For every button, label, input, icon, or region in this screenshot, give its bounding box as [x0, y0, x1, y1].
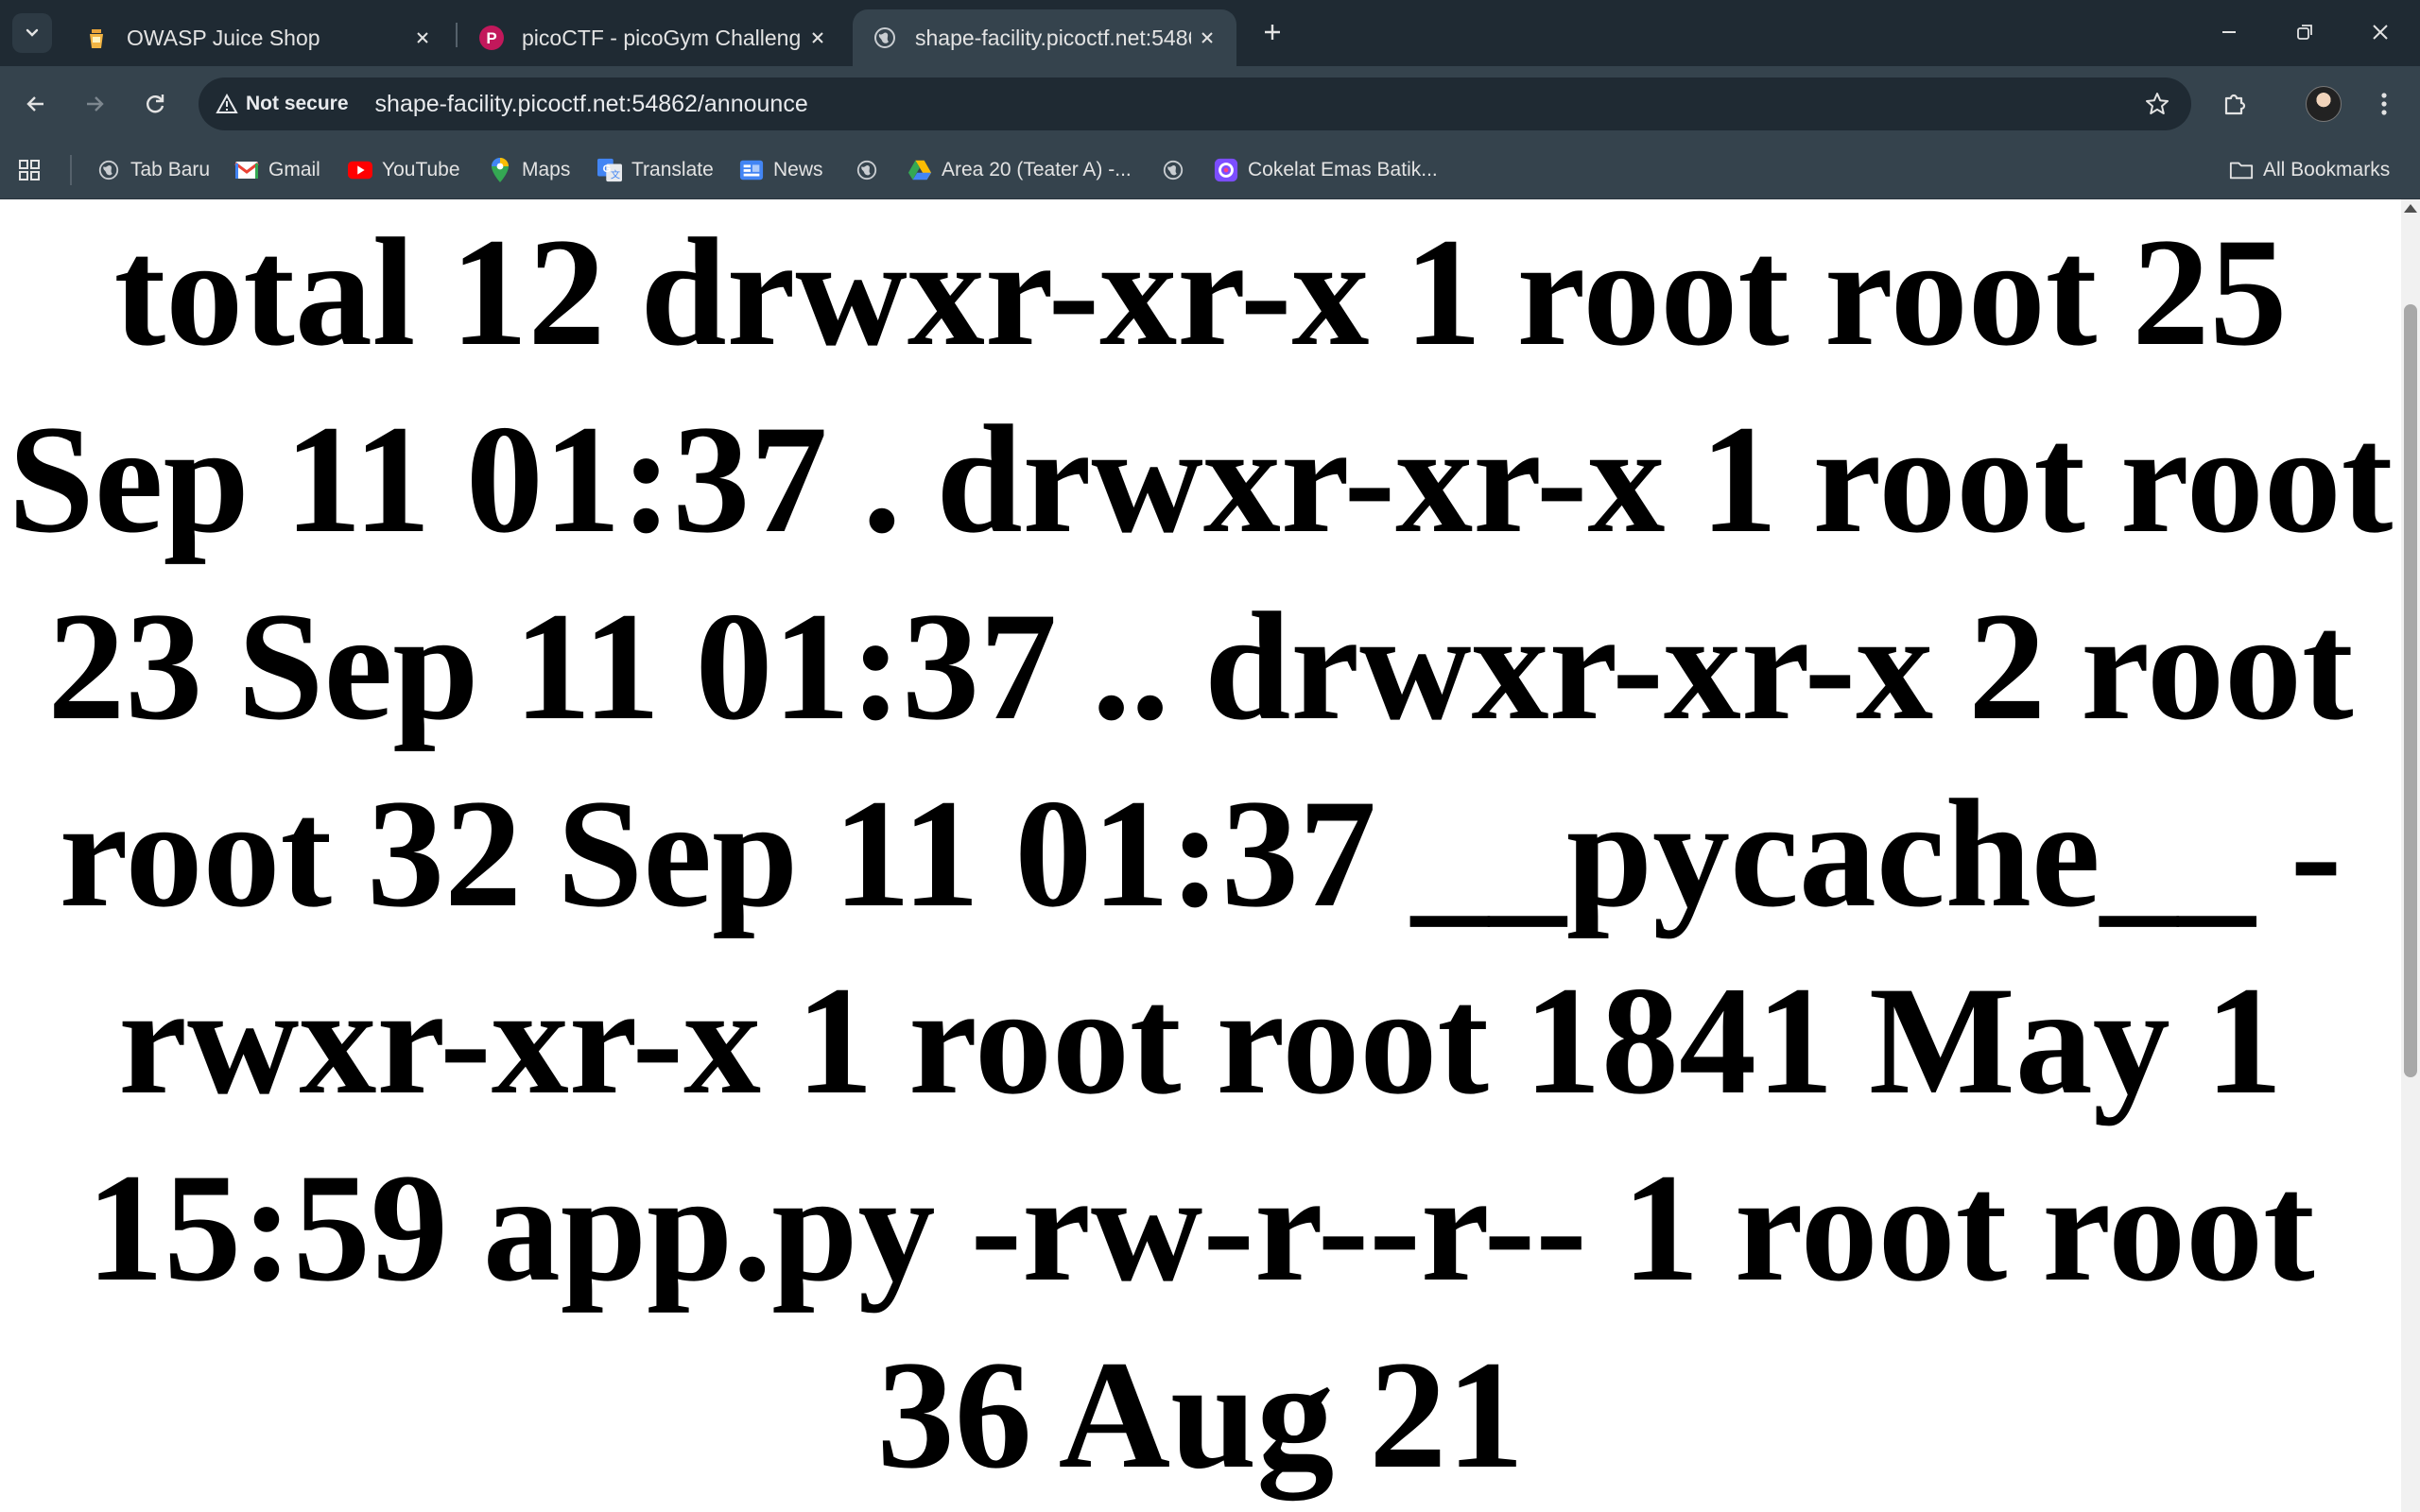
puzzle-icon — [2224, 94, 2246, 115]
close-icon[interactable] — [802, 22, 834, 54]
globe-icon — [872, 25, 898, 51]
svg-text:G: G — [603, 163, 612, 175]
bookmark-label: YouTube — [382, 159, 460, 180]
gmail-icon — [234, 158, 259, 182]
star-icon — [2146, 93, 2169, 114]
close-icon[interactable] — [1191, 22, 1223, 54]
scrollbar-thumb[interactable] — [2404, 304, 2417, 1077]
folder-icon — [2229, 158, 2254, 182]
bookmark-label: Translate — [631, 159, 714, 180]
bookmark-tab-baru[interactable]: Tab Baru — [96, 153, 210, 187]
drive-icon — [908, 158, 932, 182]
globe-icon — [1161, 158, 1185, 182]
profile-button[interactable] — [2303, 83, 2344, 125]
arrow-left-icon — [26, 96, 43, 112]
tab-title: shape-facility.picoctf.net:54862/ — [915, 25, 1191, 50]
browser-toolbar: Not secure shape-facility.picoctf.net:54… — [0, 66, 2420, 142]
bookmark-label: Gmail — [268, 159, 320, 180]
avatar — [2306, 86, 2342, 122]
tab-title: OWASP Juice Shop — [127, 25, 320, 50]
tab-search-button[interactable] — [12, 13, 52, 53]
minimize-icon — [2222, 31, 2236, 33]
translate-icon: G文 — [597, 158, 622, 182]
maps-icon — [488, 158, 512, 182]
tab-owasp-juice-shop[interactable]: OWASP Juice Shop — [64, 9, 452, 66]
restore-button[interactable] — [2284, 13, 2325, 51]
browser-menu-button[interactable] — [2363, 83, 2405, 125]
juice-shop-icon — [83, 25, 110, 51]
bookmarks-divider — [70, 155, 72, 185]
tab-title: picoCTF - picoGym Challenges — [522, 25, 802, 50]
close-icon — [2373, 25, 2388, 40]
bookmark-cokelat-emas[interactable]: Cokelat Emas Batik... — [1214, 153, 1438, 187]
announcement-heading: total 12 drwxr-xr-x 1 root root 25 Sep 1… — [8, 207, 2394, 1501]
tab-picoctf[interactable]: P picoCTF - picoGym Challenges — [459, 9, 847, 66]
more-vertical-icon — [2381, 93, 2387, 115]
picoctf-icon: P — [478, 25, 505, 51]
extensions-button[interactable] — [2214, 83, 2256, 125]
globe-icon — [855, 158, 879, 182]
app-icon — [1214, 158, 1238, 182]
tab-strip: OWASP Juice Shop P picoCTF - picoGym Cha… — [0, 0, 2420, 66]
arrow-right-icon — [87, 96, 104, 112]
bookmarks-bar: Tab Baru Gmail YouTube Maps G文 Translate… — [0, 142, 2420, 199]
svg-text:P: P — [486, 29, 496, 47]
plus-icon — [1265, 25, 1280, 40]
bookmark-label: Maps — [522, 159, 571, 180]
new-tab-button[interactable] — [1253, 13, 1291, 51]
page-viewport: total 12 drwxr-xr-x 1 root root 25 Sep 1… — [0, 199, 2401, 1512]
bookmark-translate[interactable]: G文 Translate — [597, 153, 714, 187]
close-icon[interactable] — [406, 22, 439, 54]
apps-button[interactable] — [17, 153, 51, 187]
svg-text:文: 文 — [611, 168, 620, 180]
close-window-button[interactable] — [2360, 13, 2401, 51]
reload-button[interactable] — [136, 85, 174, 123]
url-text[interactable]: shape-facility.picoctf.net:54862/announc… — [375, 91, 808, 118]
tab-divider — [456, 23, 458, 47]
warning-icon — [216, 94, 238, 113]
tab-shape-facility[interactable]: shape-facility.picoctf.net:54862/ — [853, 9, 1236, 66]
chevron-down-icon — [26, 28, 39, 37]
bookmark-label: Cokelat Emas Batik... — [1248, 159, 1438, 180]
bookmark-label: Tab Baru — [130, 159, 211, 180]
all-bookmarks-button[interactable]: All Bookmarks — [2229, 153, 2390, 187]
reload-icon — [147, 94, 164, 113]
bookmark-area-20[interactable]: Area 20 (Teater A) -... — [908, 153, 1132, 187]
bookmark-maps[interactable]: Maps — [488, 153, 570, 187]
back-button[interactable] — [17, 85, 55, 123]
bookmark-globe-1[interactable] — [855, 153, 889, 187]
bookmark-star-button[interactable] — [2140, 87, 2174, 121]
bookmark-youtube[interactable]: YouTube — [348, 153, 460, 187]
globe-icon — [96, 158, 121, 182]
apps-grid-icon — [17, 158, 42, 182]
forward-button[interactable] — [76, 85, 113, 123]
address-bar[interactable]: Not secure shape-facility.picoctf.net:54… — [199, 77, 2191, 130]
site-security-chip[interactable]: Not secure — [216, 93, 349, 115]
restore-icon — [2297, 25, 2312, 40]
not-secure-label: Not secure — [246, 93, 349, 114]
youtube-icon — [348, 158, 372, 182]
bookmark-globe-2[interactable] — [1161, 153, 1195, 187]
scroll-up-arrow-icon[interactable] — [2404, 204, 2417, 213]
minimize-button[interactable] — [2208, 13, 2250, 51]
bookmark-label: News — [773, 159, 823, 180]
bookmark-gmail[interactable]: Gmail — [234, 153, 320, 187]
all-bookmarks-label: All Bookmarks — [2263, 159, 2391, 180]
news-icon — [739, 158, 764, 182]
bookmark-news[interactable]: News — [739, 153, 823, 187]
bookmark-label: Area 20 (Teater A) -... — [942, 159, 1132, 180]
